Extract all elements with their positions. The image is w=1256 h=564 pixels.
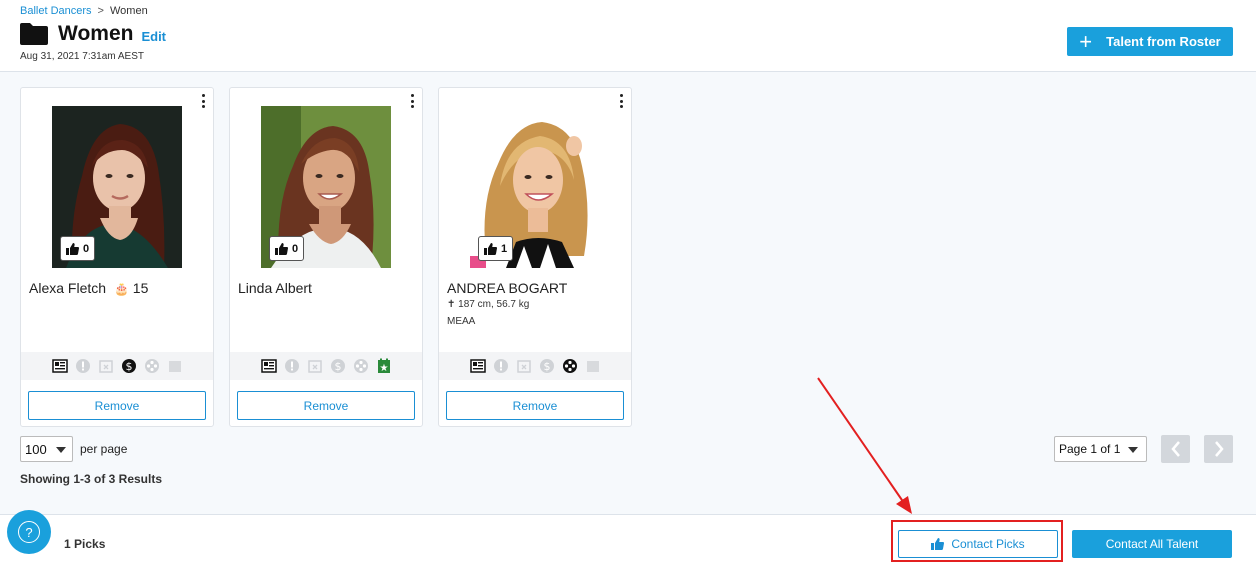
per-page-value: 100 [25,441,47,457]
remove-button[interactable]: Remove [446,391,624,420]
talent-name-text: Alexa Fletch [29,280,107,296]
help-button[interactable]: ? [7,510,51,554]
svg-text:$: $ [543,360,550,373]
breadcrumb-separator: > [97,5,104,17]
talent-card[interactable]: 0 Alexa Fletch 🎂 15 $ Remove [20,87,214,427]
prev-page-button[interactable] [1161,435,1190,463]
content-area: 0 Alexa Fletch 🎂 15 $ Remove 0 Linda Alb… [0,72,1256,514]
svg-text:★: ★ [379,363,388,374]
likes-count: 1 [501,242,508,255]
chevron-down-icon [1128,447,1138,453]
page-select-label: Page 1 of 1 [1059,442,1121,456]
thumbs-up-icon [484,242,497,255]
dollar-icon[interactable]: $ [330,358,346,374]
svg-text:$: $ [334,360,341,373]
film-reel-icon[interactable] [353,358,369,374]
dollar-icon[interactable]: $ [539,358,555,374]
talent-card[interactable]: 0 Linda Albert $ ★ Remove [229,87,423,427]
card-menu-icon[interactable] [408,94,416,108]
talent-photo[interactable]: 1 [470,106,600,268]
status-icon-strip: $ ★ [230,352,422,380]
talent-photo[interactable]: 0 [261,106,391,268]
page-select[interactable]: Page 1 of 1 [1054,436,1147,462]
film-reel-icon[interactable] [562,358,578,374]
chevron-right-icon [1214,441,1224,457]
likes-count: 0 [83,242,90,255]
likes-count: 0 [292,242,299,255]
status-icon-strip: $ [439,352,631,380]
contact-all-talent-button[interactable]: Contact All Talent [1072,530,1232,558]
breadcrumb-parent-link[interactable]: Ballet Dancers [20,5,92,17]
talent-card[interactable]: 1 ANDREA BOGART ✝ 187 cm, 56.7 kg MEAA $… [438,87,632,427]
likes-badge[interactable]: 0 [60,236,96,261]
calendar-icon[interactable] [585,358,601,374]
footer-bar: ? 1 Picks Contact Picks Contact All Tale… [0,510,1256,564]
resume-icon[interactable] [51,358,68,374]
alert-icon[interactable] [284,358,300,374]
talent-name[interactable]: Alexa Fletch 🎂 15 [29,280,148,296]
edit-title-link[interactable]: Edit [141,29,166,44]
folder-icon [20,23,48,45]
resume-icon[interactable] [469,358,486,374]
card-menu-icon[interactable] [199,94,207,108]
calendar-approved-icon[interactable]: ★ [376,358,392,374]
page-header: Ballet Dancers > Women Women Edit Aug 31, … [0,0,1256,72]
thumbs-up-icon [66,242,79,255]
svg-text:$: $ [125,360,132,373]
help-icon: ? [18,521,40,543]
talent-age: 15 [132,280,149,296]
results-count: Showing 1-3 of 3 Results [20,472,163,486]
contact-picks-label: Contact Picks [951,537,1025,551]
page-title: Women [58,22,134,45]
remove-button[interactable]: Remove [28,391,206,420]
calendar-unavailable-icon[interactable] [307,358,323,374]
height-icon: ✝ [447,299,456,310]
talent-from-roster-label: Talent from Roster [1106,34,1221,49]
alert-icon[interactable] [75,358,91,374]
title-row: Women Edit [20,22,166,46]
likes-badge[interactable]: 1 [478,236,514,261]
chevron-down-icon [56,447,66,453]
per-page-label: per page [80,442,128,456]
thumbs-up-icon [275,242,288,255]
next-page-button[interactable] [1204,435,1233,463]
alert-icon[interactable] [493,358,509,374]
likes-badge[interactable]: 0 [269,236,305,261]
status-icon-strip: $ [21,352,213,380]
chevron-left-icon [1170,441,1180,457]
calendar-unavailable-icon[interactable] [98,358,114,374]
cake-icon: 🎂 [113,282,129,296]
talent-name[interactable]: Linda Albert [238,280,312,296]
talent-stats: ✝ 187 cm, 56.7 kg [447,299,529,310]
calendar-icon[interactable] [167,358,183,374]
talent-name[interactable]: ANDREA BOGART [447,280,567,296]
film-reel-icon[interactable] [144,358,160,374]
card-menu-icon[interactable] [617,94,625,108]
dollar-icon[interactable]: $ [121,358,137,374]
per-page-control: 100 per page [20,436,127,462]
breadcrumb-current: Women [109,5,148,17]
thumbs-up-icon [931,538,945,550]
talent-union: MEAA [447,316,476,327]
breadcrumb: Ballet Dancers > Women [20,5,148,17]
remove-button[interactable]: Remove [237,391,415,420]
talent-stats-text: 187 cm, 56.7 kg [458,299,530,310]
picks-count: 1 Picks [64,537,106,551]
calendar-unavailable-icon[interactable] [516,358,532,374]
contact-picks-button[interactable]: Contact Picks [898,530,1058,558]
plus-icon: + [1079,28,1093,54]
talent-from-roster-button[interactable]: + Talent from Roster [1067,27,1233,56]
talent-photo[interactable]: 0 [52,106,182,268]
timestamp: Aug 31, 2021 7:31am AEST [20,51,144,62]
resume-icon[interactable] [260,358,277,374]
per-page-select[interactable]: 100 [20,436,73,462]
